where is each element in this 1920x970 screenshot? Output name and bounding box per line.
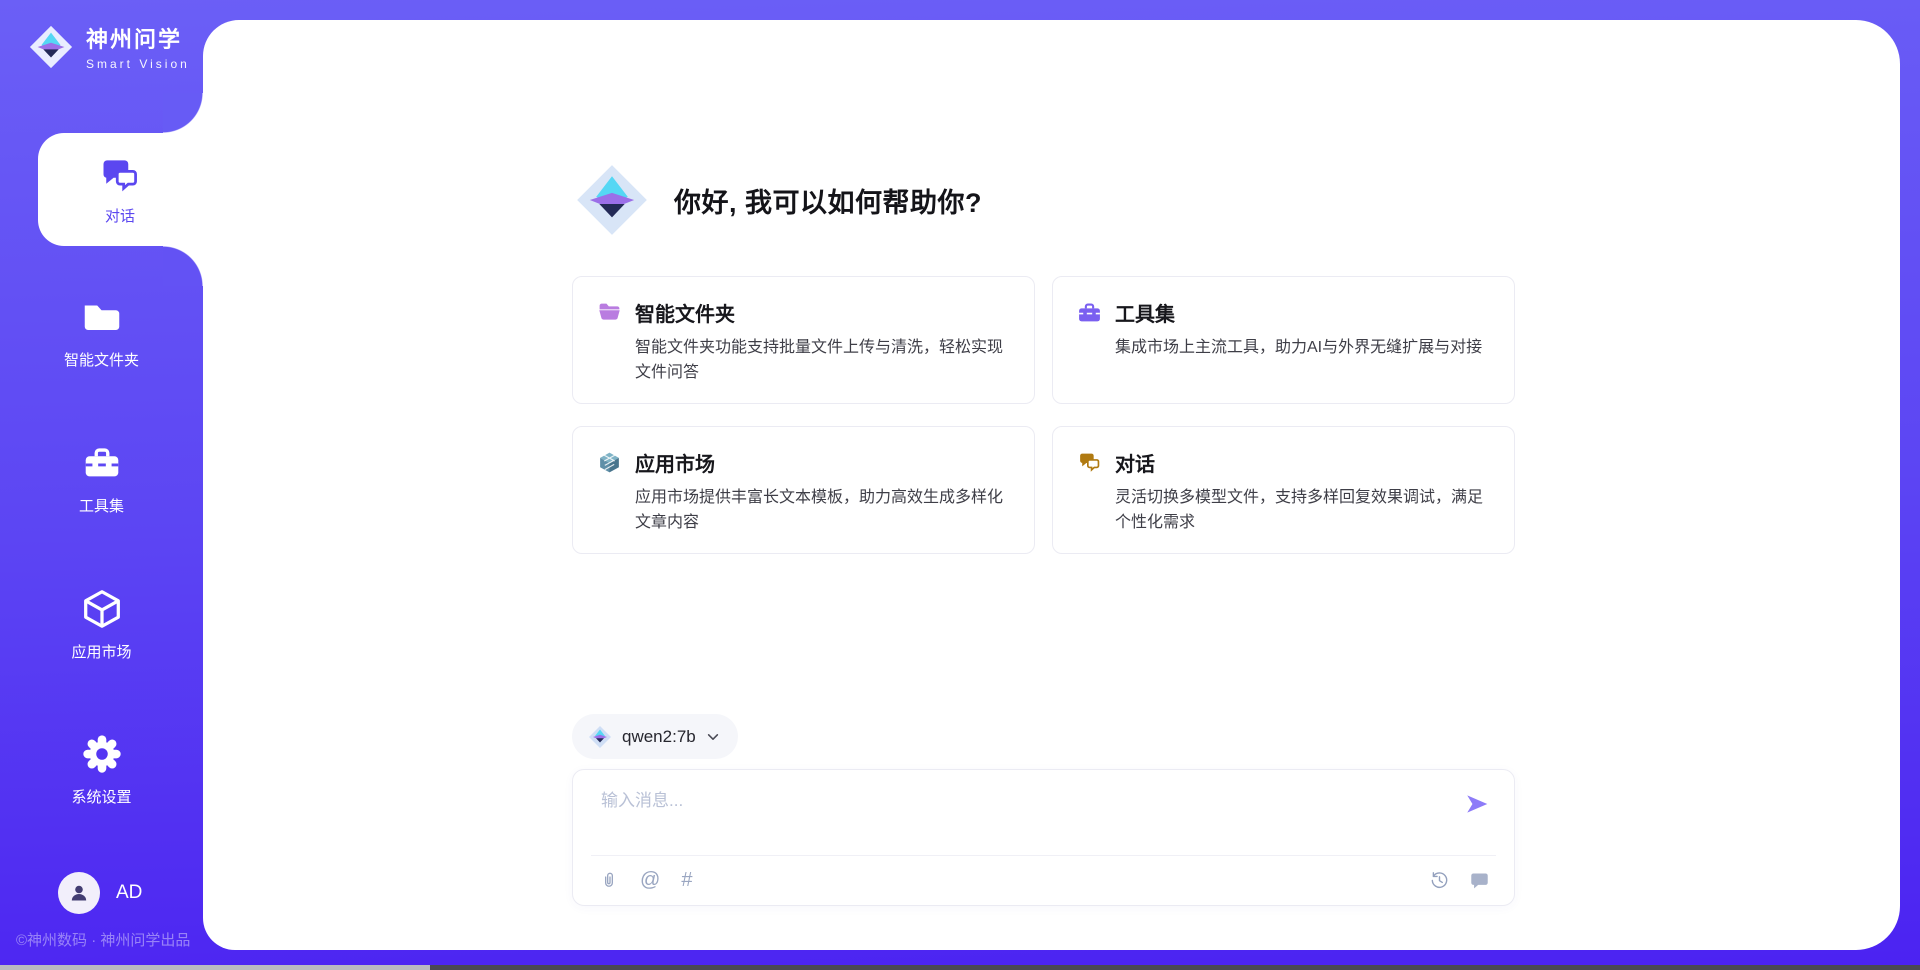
toolbox-icon — [1077, 300, 1102, 325]
message-input[interactable] — [601, 786, 1411, 816]
brand-logo: 神州问学 Smart Vision — [28, 22, 190, 71]
card-toolbox[interactable]: 工具集 集成市场上主流工具，助力AI与外界无缝扩展与对接 — [1052, 276, 1515, 404]
model-diamond-icon — [588, 725, 612, 749]
send-button[interactable] — [1464, 790, 1492, 818]
card-title: 工具集 — [1115, 298, 1175, 327]
app-market-icon — [597, 450, 622, 475]
sidebar-item-chat-active[interactable]: 对话 — [38, 133, 210, 246]
card-description: 应用市场提供丰富长文本模板，助力高效生成多样化文章内容 — [635, 485, 1010, 535]
gear-icon — [79, 731, 125, 777]
folder-icon — [79, 294, 125, 340]
horizontal-scrollbar-thumb[interactable] — [0, 965, 430, 970]
sidebar-item-label: 系统设置 — [71, 786, 131, 807]
smart-folder-icon — [597, 300, 622, 325]
brand-subtitle: Smart Vision — [86, 57, 190, 71]
topic-icon[interactable]: # — [681, 870, 692, 890]
feature-cards: 智能文件夹 智能文件夹功能支持批量文件上传与清洗，轻松实现文件问答 工具集 集成… — [572, 276, 1515, 554]
assistant-diamond-icon — [574, 162, 650, 238]
copyright-footer: ©神州数码 · 神州问学出品 — [16, 929, 190, 950]
sidebar-item-label: 工具集 — [79, 495, 124, 516]
greeting-block: 你好, 我可以如何帮助你? — [574, 162, 982, 238]
model-selector[interactable]: qwen2:7b — [572, 714, 738, 759]
card-description: 灵活切换多模型文件，支持多样回复效果调试，满足个性化需求 — [1115, 485, 1490, 535]
toolbox-icon — [79, 440, 125, 486]
mention-icon[interactable]: @ — [640, 870, 660, 890]
chat-bubbles-icon — [1077, 450, 1102, 475]
tab-fillet-top — [163, 93, 203, 133]
sidebar-item-label: 对话 — [105, 205, 135, 226]
sidebar-item-label: 智能文件夹 — [64, 349, 139, 370]
brand-title: 神州问学 — [86, 22, 190, 54]
cube-icon — [79, 586, 125, 632]
card-title: 应用市场 — [635, 448, 715, 477]
card-title: 对话 — [1115, 448, 1155, 477]
message-composer: @ # — [572, 769, 1515, 906]
card-description: 集成市场上主流工具，助力AI与外界无缝扩展与对接 — [1115, 335, 1490, 360]
card-chat[interactable]: 对话 灵活切换多模型文件，支持多样回复效果调试，满足个性化需求 — [1052, 426, 1515, 554]
user-name: AD — [116, 882, 142, 904]
sidebar-item-settings[interactable]: 系统设置 — [0, 731, 203, 807]
attachment-icon[interactable] — [599, 870, 619, 890]
greeting-text: 你好, 我可以如何帮助你? — [674, 181, 982, 220]
chevron-down-icon — [706, 730, 720, 744]
card-title: 智能文件夹 — [635, 298, 735, 327]
feedback-bubble-icon[interactable] — [1469, 870, 1490, 891]
model-name: qwen2:7b — [622, 727, 696, 747]
tab-fillet-bottom — [163, 246, 203, 286]
card-description: 智能文件夹功能支持批量文件上传与清洗，轻松实现文件问答 — [635, 335, 1010, 385]
sidebar-item-smart-folder[interactable]: 智能文件夹 — [0, 294, 203, 370]
sidebar-item-app-market[interactable]: 应用市场 — [0, 586, 203, 662]
composer-right-tools — [1429, 870, 1490, 891]
sidebar-item-label: 应用市场 — [71, 641, 131, 662]
attachment-tools: @ # — [599, 870, 692, 890]
history-icon[interactable] — [1429, 870, 1450, 891]
brand-text: 神州问学 Smart Vision — [86, 22, 190, 71]
chat-bubbles-icon — [98, 153, 142, 197]
sidebar-item-toolbox[interactable]: 工具集 — [0, 440, 203, 516]
card-smart-folder[interactable]: 智能文件夹 智能文件夹功能支持批量文件上传与清洗，轻松实现文件问答 — [572, 276, 1035, 404]
avatar — [58, 872, 100, 914]
user-account[interactable]: AD — [58, 872, 142, 914]
app-window: 神州问学 Smart Vision 对话 智能文件夹 — [0, 0, 1920, 970]
card-app-market[interactable]: 应用市场 应用市场提供丰富长文本模板，助力高效生成多样化文章内容 — [572, 426, 1035, 554]
brand-diamond-icon — [28, 24, 74, 70]
composer-divider — [591, 855, 1496, 856]
